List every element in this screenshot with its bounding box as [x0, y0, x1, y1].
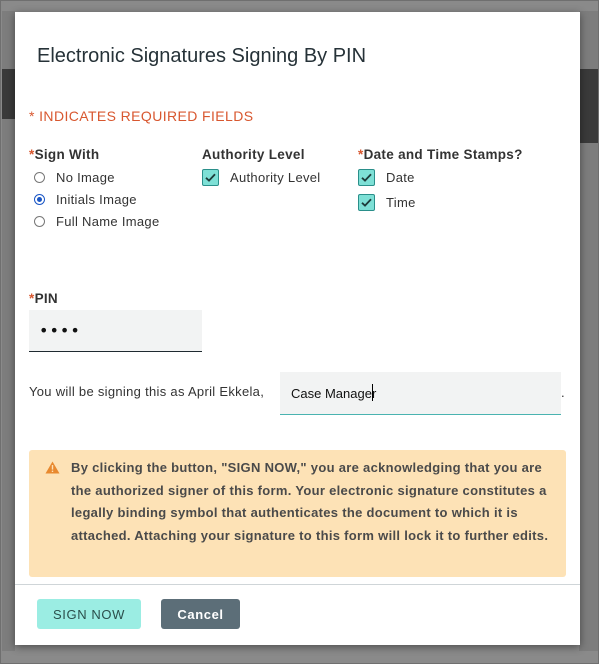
background-page-right	[579, 11, 598, 651]
sign-with-group: *Sign With No Image Initials Image Full …	[29, 147, 159, 232]
pin-label: *PIN	[29, 291, 58, 306]
acknowledgement-warning: By clicking the button, "SIGN NOW," you …	[29, 450, 566, 577]
radio-button-selected[interactable]	[34, 193, 45, 205]
required-fields-note: * INDICATES REQUIRED FIELDS	[29, 108, 254, 124]
authority-level-group: Authority Level Authority Level	[202, 147, 321, 190]
sign-with-label: *Sign With	[29, 147, 100, 162]
checkbox-authority-level[interactable]: Authority Level	[202, 165, 321, 190]
background-header-band	[2, 69, 15, 119]
radio-label: Full Name Image	[56, 213, 160, 229]
dialog-title: Electronic Signatures Signing By PIN	[37, 45, 367, 67]
background-page-left	[2, 11, 15, 651]
checkbox-label: Time	[386, 195, 416, 210]
authority-level-label: Authority Level	[202, 147, 305, 162]
cancel-button[interactable]: Cancel	[161, 599, 240, 629]
radio-label: No Image	[56, 169, 115, 185]
check-icon	[361, 198, 372, 207]
checkbox-checked[interactable]	[358, 169, 375, 186]
checkbox-date[interactable]: Date	[358, 165, 523, 190]
timestamps-group: *Date and Time Stamps? Date Time	[358, 147, 523, 215]
checkbox-label: Authority Level	[230, 170, 321, 185]
sign-now-button[interactable]: SIGN NOW	[37, 599, 141, 629]
check-icon	[361, 173, 372, 182]
radio-option-full-name-image[interactable]: Full Name Image	[29, 210, 159, 232]
timestamps-label: *Date and Time Stamps?	[358, 147, 523, 162]
checkbox-checked[interactable]	[358, 194, 375, 211]
check-icon	[205, 173, 216, 182]
footer-divider	[15, 584, 580, 585]
screen-frame: Electronic Signatures Signing By PIN * I…	[0, 0, 599, 664]
signing-suffix: .	[561, 385, 565, 400]
radio-option-no-image[interactable]: No Image	[29, 166, 159, 188]
text-cursor	[372, 384, 373, 401]
role-input[interactable]	[280, 372, 561, 415]
radio-button[interactable]	[34, 215, 45, 227]
signing-as-text: You will be signing this as April Ekkela…	[29, 384, 265, 399]
radio-option-initials-image[interactable]: Initials Image	[29, 188, 159, 210]
radio-button[interactable]	[34, 171, 45, 183]
checkbox-time[interactable]: Time	[358, 190, 523, 215]
checkbox-checked[interactable]	[202, 169, 219, 186]
warning-icon	[45, 461, 60, 474]
background-header-band	[579, 69, 598, 143]
warning-text: By clicking the button, "SIGN NOW," you …	[71, 460, 549, 543]
pin-input[interactable]	[29, 310, 202, 352]
checkbox-label: Date	[386, 170, 415, 185]
radio-label: Initials Image	[56, 191, 137, 207]
signing-dialog: Electronic Signatures Signing By PIN * I…	[15, 12, 580, 645]
